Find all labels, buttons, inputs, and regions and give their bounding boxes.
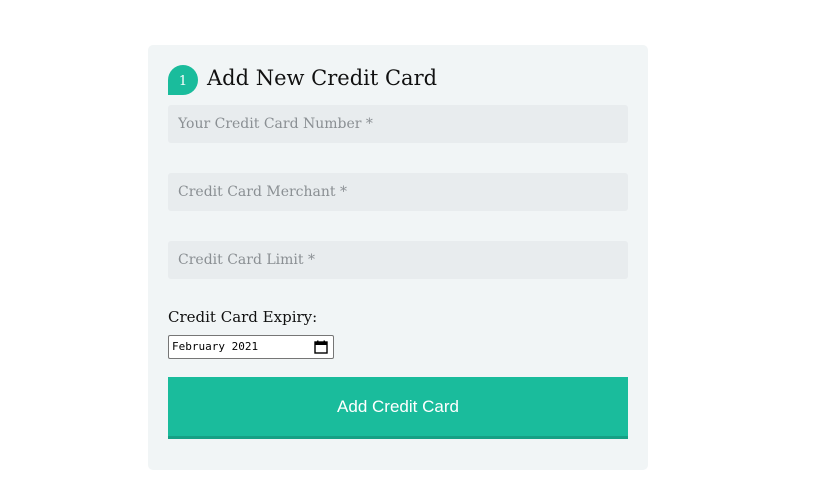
form-title: Add New Credit Card	[207, 66, 438, 90]
merchant-input[interactable]	[168, 173, 628, 211]
limit-input[interactable]	[168, 241, 628, 279]
step-badge: 1	[168, 65, 198, 95]
calendar-icon[interactable]	[314, 340, 328, 354]
add-credit-card-button[interactable]: Add Credit Card	[168, 377, 628, 439]
add-credit-card-form: 1 Add New Credit Card Credit Card Expiry…	[148, 45, 648, 470]
card-number-input[interactable]	[168, 105, 628, 143]
expiry-month-input[interactable]: February 2021	[168, 335, 334, 359]
expiry-label: Credit Card Expiry:	[168, 308, 318, 326]
expiry-value: February 2021	[172, 340, 259, 353]
